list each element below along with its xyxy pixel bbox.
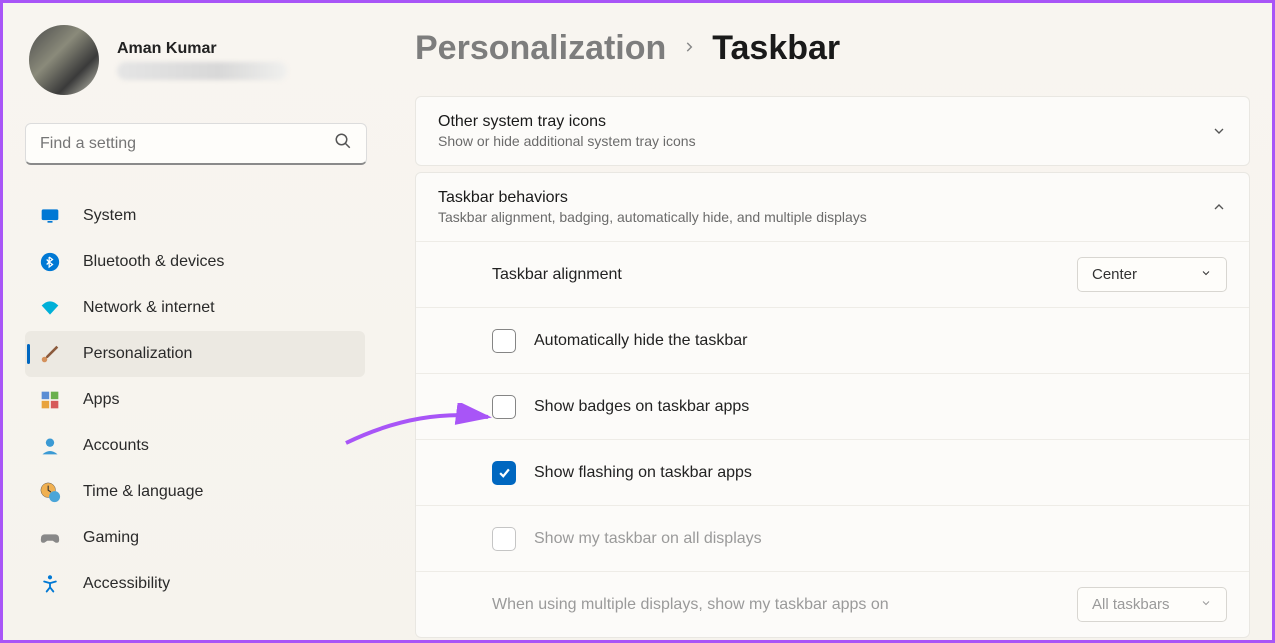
row-show-badges: Show badges on taskbar apps — [416, 373, 1249, 439]
gamepad-icon — [39, 527, 61, 549]
card-taskbar-behaviors: Taskbar behaviors Taskbar alignment, bad… — [415, 172, 1250, 638]
monitor-icon — [39, 205, 61, 227]
sidebar-item-label: Accounts — [83, 437, 149, 455]
clock-globe-icon — [39, 481, 61, 503]
chevron-down-icon — [1200, 596, 1212, 613]
sidebar-item-gaming[interactable]: Gaming — [25, 515, 365, 561]
profile-name: Aman Kumar — [117, 40, 287, 58]
apps-icon — [39, 389, 61, 411]
search-icon — [334, 132, 352, 155]
row-show-flashing: Show flashing on taskbar apps — [416, 439, 1249, 505]
chevron-down-icon[interactable] — [1211, 123, 1227, 139]
sidebar-item-label: Apps — [83, 391, 119, 409]
card-title: Other system tray icons — [438, 113, 696, 131]
row-auto-hide: Automatically hide the taskbar — [416, 307, 1249, 373]
alignment-select[interactable]: Center — [1077, 257, 1227, 292]
sidebar-item-label: Network & internet — [83, 299, 215, 317]
chevron-up-icon[interactable] — [1211, 199, 1227, 215]
sidebar-item-personalization[interactable]: Personalization — [25, 331, 365, 377]
wifi-icon — [39, 297, 61, 319]
sidebar: Aman Kumar System Bluetooth & devices Ne — [3, 3, 383, 640]
card-title: Taskbar behaviors — [438, 189, 867, 207]
nav-list: System Bluetooth & devices Network & int… — [25, 193, 365, 607]
row-label: When using multiple displays, show my ta… — [492, 596, 1077, 614]
multi-display-select: All taskbars — [1077, 587, 1227, 622]
sidebar-item-accounts[interactable]: Accounts — [25, 423, 365, 469]
search-field[interactable] — [40, 135, 334, 153]
sidebar-item-time-language[interactable]: Time & language — [25, 469, 365, 515]
bluetooth-icon — [39, 251, 61, 273]
sidebar-item-label: Bluetooth & devices — [83, 253, 224, 271]
all-displays-checkbox — [492, 527, 516, 551]
select-value: All taskbars — [1092, 596, 1170, 613]
paintbrush-icon — [39, 343, 61, 365]
main-content: Personalization Taskbar Other system tra… — [383, 3, 1272, 640]
sidebar-item-label: Gaming — [83, 529, 139, 547]
sidebar-item-label: Time & language — [83, 483, 203, 501]
card-other-tray-icons[interactable]: Other system tray icons Show or hide add… — [415, 96, 1250, 166]
card-behaviors-header[interactable]: Taskbar behaviors Taskbar alignment, bad… — [416, 173, 1249, 241]
auto-hide-checkbox[interactable] — [492, 329, 516, 353]
breadcrumb: Personalization Taskbar — [415, 29, 1250, 68]
accessibility-icon — [39, 573, 61, 595]
breadcrumb-current: Taskbar — [712, 29, 840, 68]
row-all-displays: Show my taskbar on all displays — [416, 505, 1249, 571]
row-label: Show flashing on taskbar apps — [534, 464, 1227, 482]
profile-section[interactable]: Aman Kumar — [25, 25, 365, 95]
row-taskbar-alignment: Taskbar alignment Center — [416, 241, 1249, 307]
flashing-checkbox[interactable] — [492, 461, 516, 485]
person-icon — [39, 435, 61, 457]
row-label: Show my taskbar on all displays — [534, 530, 1227, 548]
sidebar-item-bluetooth[interactable]: Bluetooth & devices — [25, 239, 365, 285]
row-label: Taskbar alignment — [492, 266, 1077, 284]
row-multi-display-apps: When using multiple displays, show my ta… — [416, 571, 1249, 637]
profile-email-redacted — [117, 62, 287, 80]
sidebar-item-apps[interactable]: Apps — [25, 377, 365, 423]
search-input[interactable] — [25, 123, 367, 165]
badges-checkbox[interactable] — [492, 395, 516, 419]
row-label: Show badges on taskbar apps — [534, 398, 1227, 416]
sidebar-item-accessibility[interactable]: Accessibility — [25, 561, 365, 607]
select-value: Center — [1092, 266, 1137, 283]
sidebar-item-system[interactable]: System — [25, 193, 365, 239]
chevron-down-icon — [1200, 266, 1212, 283]
sidebar-item-label: Personalization — [83, 345, 192, 363]
sidebar-item-network[interactable]: Network & internet — [25, 285, 365, 331]
sidebar-item-label: System — [83, 207, 136, 225]
breadcrumb-parent[interactable]: Personalization — [415, 29, 666, 68]
avatar — [29, 25, 99, 95]
chevron-right-icon — [682, 37, 696, 60]
card-subtitle: Taskbar alignment, badging, automaticall… — [438, 209, 867, 225]
card-subtitle: Show or hide additional system tray icon… — [438, 133, 696, 149]
row-label: Automatically hide the taskbar — [534, 332, 1227, 350]
sidebar-item-label: Accessibility — [83, 575, 170, 593]
